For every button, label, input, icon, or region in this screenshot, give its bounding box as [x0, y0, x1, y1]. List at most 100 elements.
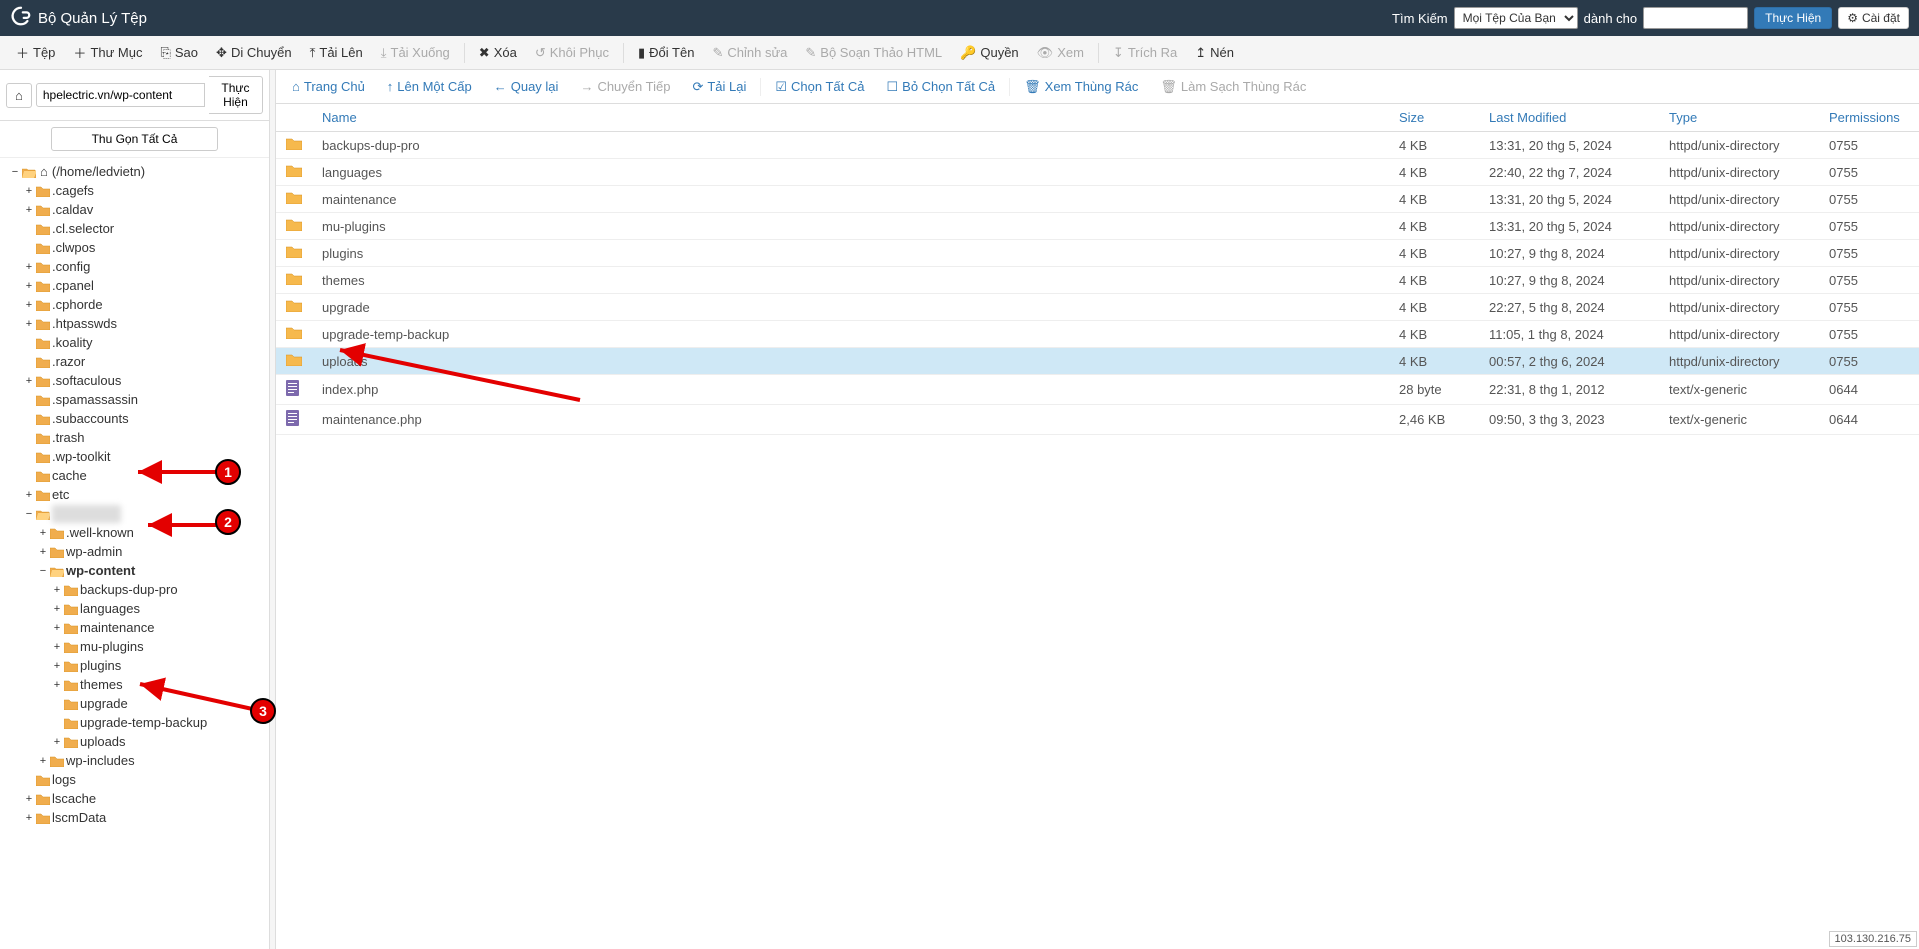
col-size[interactable]: Size [1389, 104, 1479, 132]
edit-button[interactable]: ✎Chỉnh sửa [704, 41, 795, 65]
extract-button[interactable]: ↧Trích Ra [1105, 41, 1185, 65]
col-type[interactable]: Type [1659, 104, 1819, 132]
table-row[interactable]: maintenance4 KB13:31, 20 thg 5, 2024http… [276, 186, 1919, 213]
select-all-button[interactable]: ☑Chọn Tất Cả [767, 75, 872, 99]
new-file-button[interactable]: ＋Tệp [8, 39, 63, 66]
upload-button[interactable]: ⤒Tải Lên [302, 41, 371, 65]
search-input[interactable] [1643, 7, 1748, 29]
tree-item[interactable]: +languages [50, 600, 142, 618]
table-row[interactable]: backups-dup-pro4 KB13:31, 20 thg 5, 2024… [276, 132, 1919, 159]
tree-item[interactable]: +.koality [22, 334, 94, 352]
tree-item[interactable]: +plugins [50, 657, 123, 675]
tree-item[interactable]: +.cl.selector [22, 220, 116, 238]
tree-item[interactable]: +.config [22, 258, 92, 276]
tree-item[interactable]: +maintenance [50, 619, 156, 637]
tree-item[interactable]: +wp-includes [36, 752, 137, 770]
tree-item[interactable]: +wp-admin [36, 543, 124, 561]
nav-back-button[interactable]: ←Quay lại [486, 75, 567, 98]
search-scope-select[interactable]: Mọi Tệp Của Bạn [1454, 7, 1578, 29]
table-row[interactable]: themes4 KB10:27, 9 thg 8, 2024httpd/unix… [276, 267, 1919, 294]
tree-item[interactable]: +.wp-toolkit [22, 448, 113, 466]
search-go-button[interactable]: Thực Hiện [1754, 7, 1832, 29]
cpanel-logo-icon [10, 5, 32, 31]
plus-icon: ＋ [16, 43, 29, 62]
download-icon: ⤓ [381, 45, 387, 61]
path-input[interactable] [36, 83, 205, 107]
move-button[interactable]: ✥Di Chuyển [208, 41, 300, 65]
empty-trash-button[interactable]: 🗑Làm Sạch Thùng Rác [1152, 75, 1314, 99]
restore-button[interactable]: ↺Khôi Phục [527, 41, 617, 65]
up-icon: ↑ [387, 79, 394, 94]
rename-button[interactable]: ▮Đổi Tên [630, 41, 702, 65]
folder-icon [286, 245, 302, 258]
deselect-all-button[interactable]: ☐Bỏ Chọn Tất Cả [879, 75, 1004, 99]
tree-item[interactable]: +lscache [22, 790, 98, 808]
compress-icon: ↥ [1195, 45, 1206, 61]
file-icon [286, 380, 300, 396]
tree-item[interactable]: +mu-plugins [50, 638, 146, 656]
annotation-2: 2 [215, 509, 241, 535]
tree-item[interactable]: +.cagefs [22, 182, 96, 200]
tree-item[interactable]: +.subaccounts [22, 410, 131, 428]
settings-button[interactable]: ⚙Cài đặt [1838, 7, 1909, 29]
compress-button[interactable]: ↥Nén [1187, 41, 1242, 65]
tree-item[interactable]: +.clwpos [22, 239, 97, 257]
trash-icon: 🗑 [1160, 79, 1177, 95]
undo-icon: ↺ [535, 45, 546, 61]
folder-icon [36, 774, 50, 786]
tree-item[interactable]: +.well-known [36, 524, 136, 542]
folder-tree[interactable]: −⌂(/home/ledvietn) +.cagefs+.caldav+.cl.… [4, 162, 265, 827]
folder-icon [64, 660, 78, 672]
tree-item[interactable]: +upgrade [50, 695, 130, 713]
tree-item-site[interactable]: −xxxxx [22, 505, 123, 523]
table-row[interactable]: mu-plugins4 KB13:31, 20 thg 5, 2024httpd… [276, 213, 1919, 240]
folder-icon [64, 641, 78, 653]
view-button[interactable]: 👁Xem [1029, 41, 1092, 65]
view-trash-button[interactable]: 🗑Xem Thùng Rác [1016, 75, 1146, 99]
tree-item[interactable]: +.trash [22, 429, 87, 447]
tree-item[interactable]: +.cpanel [22, 277, 96, 295]
delete-button[interactable]: ✖Xóa [471, 41, 525, 65]
tree-item[interactable]: +lscmData [22, 809, 108, 827]
folder-icon [64, 584, 78, 596]
reload-button[interactable]: ⟳Tải Lại [684, 75, 754, 99]
table-row[interactable]: plugins4 KB10:27, 9 thg 8, 2024httpd/uni… [276, 240, 1919, 267]
nav-up-button[interactable]: ↑Lên Một Cấp [379, 75, 480, 98]
folder-icon [36, 489, 50, 501]
gear-icon: ⚙ [1847, 11, 1858, 25]
tree-item[interactable]: +.razor [22, 353, 87, 371]
pencil-icon: ✎ [712, 45, 723, 61]
col-modified[interactable]: Last Modified [1479, 104, 1659, 132]
tree-item[interactable]: −wp-content [36, 562, 137, 580]
tree-item[interactable]: +.softaculous [22, 372, 123, 390]
new-folder-button[interactable]: ＋Thư Mục [65, 39, 150, 66]
tree-item[interactable]: +cache [22, 467, 89, 485]
table-row[interactable]: upgrade4 KB22:27, 5 thg 8, 2024httpd/uni… [276, 294, 1919, 321]
nav-forward-button[interactable]: →Chuyển Tiếp [572, 75, 678, 98]
download-button[interactable]: ⤓Tải Xuống [373, 41, 458, 65]
tree-item[interactable]: +.htpasswds [22, 315, 119, 333]
toolbar: ＋Tệp ＋Thư Mục ⎘Sao ✥Di Chuyển ⤒Tải Lên ⤓… [0, 36, 1919, 70]
path-go-button[interactable]: Thực Hiện [209, 76, 263, 114]
tree-item[interactable]: +.spamassassin [22, 391, 140, 409]
tree-item[interactable]: +uploads [50, 733, 128, 751]
table-row[interactable]: languages4 KB22:40, 22 thg 7, 2024httpd/… [276, 159, 1919, 186]
tree-item[interactable]: +.caldav [22, 201, 95, 219]
tree-item[interactable]: +themes [50, 676, 125, 694]
collapse-all-button[interactable]: Thu Gọn Tất Cả [51, 127, 219, 151]
col-name[interactable]: Name [312, 104, 1389, 132]
folder-icon [64, 622, 78, 634]
key-icon: 🔑 [960, 45, 976, 61]
tree-item[interactable]: +backups-dup-pro [50, 581, 180, 599]
home-button[interactable]: ⌂ [6, 83, 32, 108]
tree-item[interactable]: +.cphorde [22, 296, 105, 314]
html-editor-button[interactable]: ✎Bộ Soạn Thảo HTML [797, 41, 950, 65]
tree-item[interactable]: +logs [22, 771, 78, 789]
tree-item[interactable]: +etc [22, 486, 71, 504]
tree-root-label[interactable]: (/home/ledvietn) [52, 163, 145, 181]
permissions-button[interactable]: 🔑Quyền [952, 41, 1027, 65]
col-perms[interactable]: Permissions [1819, 104, 1919, 132]
tree-item[interactable]: +upgrade-temp-backup [50, 714, 209, 732]
nav-home-button[interactable]: ⌂Trang Chủ [284, 75, 373, 98]
copy-button[interactable]: ⎘Sao [152, 41, 206, 65]
